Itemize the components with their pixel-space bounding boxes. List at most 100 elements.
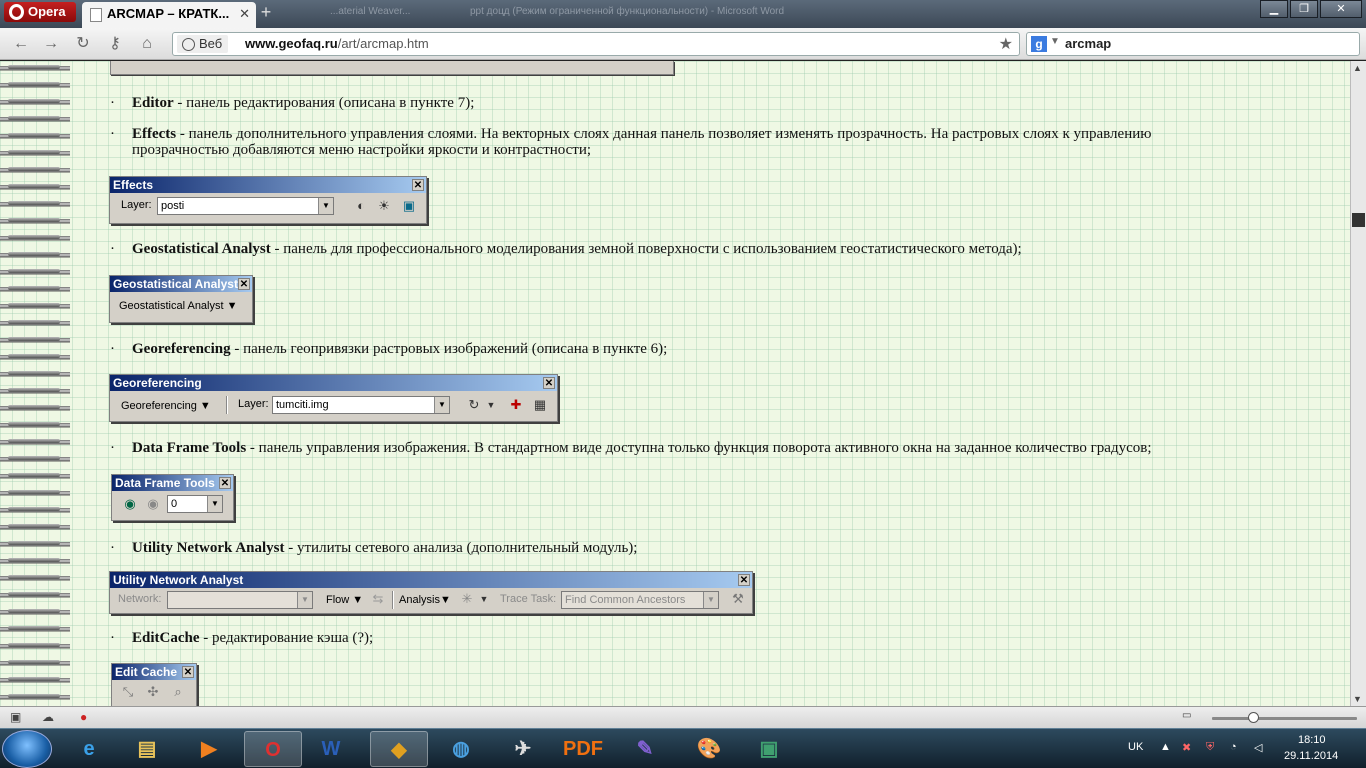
start-button[interactable] (2, 730, 52, 768)
scroll-up-icon[interactable]: ▲ (1353, 63, 1362, 73)
spiral-coil (8, 490, 60, 494)
close-icon[interactable]: ✕ (238, 278, 250, 290)
key-icon[interactable]: ⚷ (104, 34, 126, 54)
vertical-scrollbar[interactable]: ▲ ▼ (1350, 61, 1366, 706)
zoom-slider-knob[interactable] (1248, 712, 1259, 723)
address-field[interactable]: Веб www.geofaq.ru/art/arcmap.htm ★ (172, 32, 1020, 56)
solve-icon[interactable]: ⚒ (730, 591, 746, 607)
minimize-button[interactable]: ▁ (1260, 0, 1288, 18)
scroll-thumb[interactable] (1352, 213, 1365, 227)
add-control-points-icon[interactable]: ✚ (508, 397, 524, 413)
cache-extent-icon[interactable]: ✣ (145, 684, 161, 700)
clear-rotation-icon[interactable]: ◉ (145, 496, 161, 512)
layer-combo[interactable]: posti ▼ (157, 197, 334, 215)
network-icon[interactable]: ✖ (1182, 741, 1191, 754)
back-button[interactable]: ← (10, 34, 32, 54)
geostat-menu[interactable]: Geostatistical Analyst ▼ (119, 300, 238, 312)
language-indicator[interactable]: UK (1128, 741, 1143, 753)
new-tab-button[interactable]: + (258, 3, 274, 21)
close-icon[interactable]: ✕ (543, 377, 555, 389)
search-field[interactable]: g ▼ arcmap (1026, 32, 1360, 56)
restore-button[interactable]: ❐ (1290, 0, 1318, 18)
taskbar-pdf-icon[interactable]: PDF (554, 731, 612, 767)
rotate-data-frame-icon[interactable]: ◉ (122, 496, 138, 512)
google-icon[interactable]: g (1031, 36, 1047, 52)
taskbar-globe-icon[interactable]: ◍ (432, 731, 490, 767)
taskbar-arcmap-icon[interactable]: ◆ (370, 731, 428, 767)
rotation-combo[interactable]: 0 ▼ (167, 495, 223, 513)
antivirus-icon[interactable]: ⛨ (1206, 741, 1214, 754)
network-combo[interactable]: ▼ (167, 591, 313, 609)
close-icon[interactable]: ✕ (738, 574, 750, 586)
panel-toggle-icon[interactable]: ▣ (10, 710, 26, 724)
url-text[interactable]: www.geofaq.ru/art/arcmap.htm (245, 36, 429, 51)
notebook-spiral-decoration (0, 61, 70, 706)
tab-arcmap[interactable]: ARCMAP – КРАТК... ✕ (82, 2, 256, 28)
brightness-icon[interactable]: ☀ (376, 198, 392, 214)
opera-menu-button[interactable]: Opera (4, 2, 76, 22)
taskbar-media-icon[interactable]: ▶ (180, 731, 238, 767)
taskbar-word-icon[interactable]: W (302, 731, 360, 767)
chevron-down-icon[interactable]: ▼ (483, 397, 499, 413)
add-flag-icon[interactable]: ✳ (459, 591, 475, 607)
item-title: Data Frame Tools (132, 440, 247, 456)
wifi-icon[interactable]: ◔ (1230, 741, 1237, 753)
cache-zoom-icon[interactable]: ⤡ (120, 684, 136, 700)
layer-label: Layer: (121, 199, 152, 211)
link-table-icon[interactable]: ▦ (532, 397, 548, 413)
spiral-coil (8, 660, 60, 664)
contrast-icon[interactable]: ◐ (353, 198, 369, 214)
spiral-coil (8, 371, 60, 375)
bookmark-star-icon[interactable]: ★ (999, 34, 1013, 54)
zoom-slider[interactable] (1212, 712, 1357, 723)
tab-title: ARCMAP – КРАТК... (107, 6, 230, 21)
toolbar-caption: Utility Network Analyst ✕ (110, 572, 752, 588)
chevron-down-icon[interactable]: ▼ (434, 397, 449, 413)
spiral-coil (8, 422, 60, 426)
taskbar-opera-icon[interactable]: O (244, 731, 302, 767)
flow-direction-icon[interactable]: ⇆ (370, 591, 386, 607)
home-button[interactable]: ⌂ (136, 34, 158, 54)
chevron-down-icon[interactable]: ▼ (476, 591, 492, 607)
close-icon[interactable]: ✕ (182, 666, 194, 678)
chevron-down-icon[interactable]: ▼ (318, 198, 333, 214)
close-icon[interactable]: ✕ (412, 179, 424, 191)
taskbar-explorer-icon[interactable]: ▤ (118, 731, 176, 767)
bullet: · (110, 540, 115, 556)
clock-date[interactable]: 29.11.2014 (1284, 750, 1338, 762)
taskbar-paint-icon[interactable]: 🎨 (680, 731, 738, 767)
rotate-icon[interactable]: ↻ (466, 397, 482, 413)
search-engine-dropdown-icon[interactable]: ▼ (1050, 36, 1060, 47)
reload-button[interactable]: ↻ (72, 34, 94, 54)
tray-arrow-icon[interactable]: ▲ (1160, 741, 1171, 753)
analysis-menu[interactable]: Analysis▼ (399, 594, 451, 606)
transparency-icon[interactable]: ▣ (401, 198, 417, 214)
volume-icon[interactable]: ◁ (1254, 741, 1262, 754)
forward-button[interactable]: → (40, 34, 62, 54)
taskbar-plane-icon[interactable]: ✈ (494, 731, 552, 767)
chevron-down-icon[interactable]: ▼ (297, 592, 312, 608)
chevron-down-icon[interactable]: ▼ (207, 496, 222, 512)
cloud-icon[interactable]: ☁ (42, 710, 58, 724)
web-badge[interactable]: Веб (177, 35, 229, 53)
taskbar-pen-icon[interactable]: ✎ (616, 731, 674, 767)
view-icon[interactable]: ▭ (1182, 710, 1198, 724)
notification-icon[interactable]: ● (80, 710, 96, 724)
taskbar-image-icon[interactable]: ▣ (740, 731, 798, 767)
tab-close-icon[interactable]: ✕ (239, 2, 250, 26)
georeferencing-menu[interactable]: Georeferencing ▼ (121, 400, 211, 412)
trace-task-combo[interactable]: Find Common Ancestors ▼ (561, 591, 719, 609)
flow-menu[interactable]: Flow ▼ (326, 594, 363, 606)
item-title: Georeferencing (132, 341, 231, 357)
cache-refresh-icon[interactable]: ⌕ (170, 684, 186, 700)
toolbar-title: Geostatistical Analyst (113, 277, 238, 291)
close-icon[interactable]: ✕ (219, 477, 231, 489)
bullet: · (110, 126, 115, 142)
close-window-button[interactable]: ✕ (1320, 0, 1362, 18)
item-title: Editor (132, 95, 174, 111)
taskbar-ie-icon[interactable]: e (60, 731, 118, 767)
chevron-down-icon[interactable]: ▼ (703, 592, 718, 608)
clock-time[interactable]: 18:10 (1298, 734, 1326, 746)
scroll-down-icon[interactable]: ▼ (1353, 694, 1362, 704)
layer-combo[interactable]: tumciti.img ▼ (272, 396, 450, 414)
